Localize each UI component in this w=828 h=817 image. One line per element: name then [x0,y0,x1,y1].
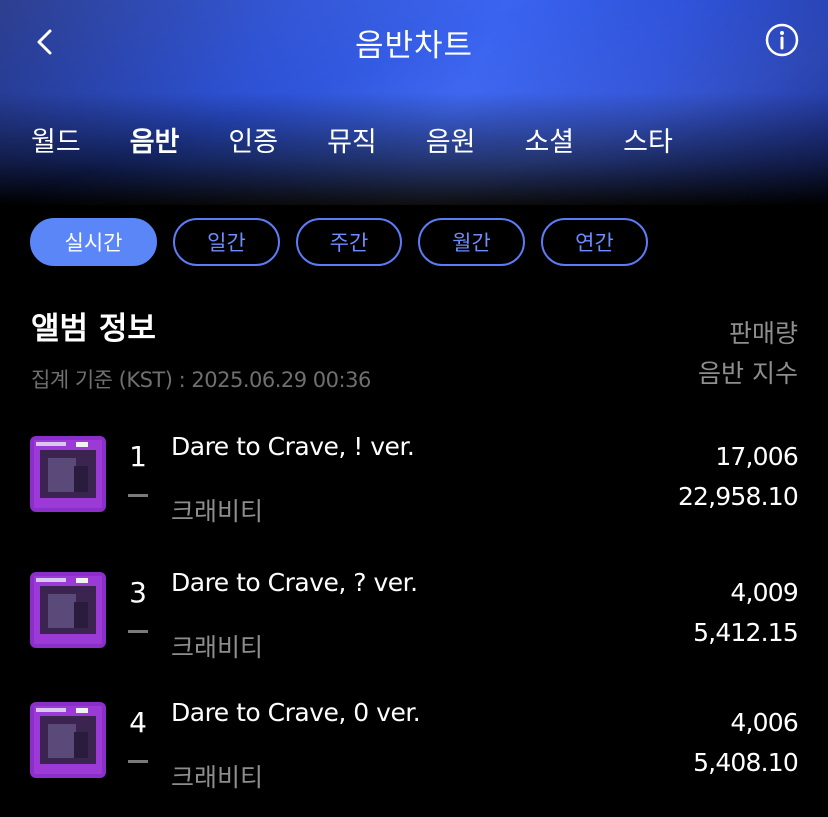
tab-certification[interactable]: 인증 [228,120,278,159]
album-title: Dare to Crave, 0 ver. [171,698,421,727]
period-tab-weekly[interactable]: 주간 [296,218,402,266]
artist-name: 크래비티 [171,763,264,792]
info-icon [765,23,799,57]
album-cover [30,702,106,778]
tab-star[interactable]: 스타 [623,120,673,159]
tab-music[interactable]: 뮤직 [327,120,377,159]
rank-number: 1 [129,440,147,473]
period-tab-realtime[interactable]: 실시간 [30,218,157,266]
album-index: 5,408.10 [693,748,799,777]
rank-number: 4 [129,706,147,739]
period-tab-monthly[interactable]: 월간 [418,218,525,266]
sales-count: 4,006 [730,708,798,737]
section-title: 앨범 정보 [31,311,156,347]
album-index: 5,412.15 [693,618,799,647]
page-title: 음반차트 [354,28,474,64]
tab-social[interactable]: 소셜 [524,120,574,159]
chart-screen: 음반차트 월드 음반 인증 뮤직 음원 소셜 스타 실시간 일간 주간 월간 연… [0,0,828,817]
sales-count: 17,006 [715,442,798,471]
rank-number: 3 [129,576,147,609]
chart-row[interactable]: 1 Dare to Crave, ! ver. 크래비티 17,006 22,9… [0,432,828,546]
category-tabs: 월드 음반 인증 뮤직 음원 소셜 스타 [31,120,722,159]
album-cover [30,572,106,648]
artist-name: 크래비티 [171,633,264,662]
album-title: Dare to Crave, ? ver. [171,568,418,597]
top-bar: 음반차트 [0,0,828,84]
rank-change-dash [128,760,148,763]
album-title: Dare to Crave, ! ver. [171,432,415,461]
rank-change-dash [128,494,148,497]
sales-count: 4,009 [730,578,798,607]
tab-digital[interactable]: 음원 [426,120,476,159]
period-tabs: 실시간 일간 주간 월간 연간 [30,218,664,266]
artist-name: 크래비티 [171,497,264,526]
info-button[interactable] [764,22,800,58]
chart-row[interactable]: 3 Dare to Crave, ? ver. 크래비티 4,009 5,412… [0,568,828,682]
chart-row[interactable]: 4 Dare to Crave, 0 ver. 크래비티 4,006 5,408… [0,698,828,812]
column-header-index: 음반 지수 [698,359,798,388]
period-tab-daily[interactable]: 일간 [173,218,280,266]
album-index: 22,958.10 [677,482,799,511]
basis-timestamp: 집계 기준 (KST) : 2025.06.29 00:36 [31,368,371,392]
column-header-sales: 판매량 [728,319,798,348]
album-cover [30,436,106,512]
period-tab-yearly[interactable]: 연간 [541,218,648,266]
tab-world[interactable]: 월드 [31,120,81,159]
tab-album[interactable]: 음반 [130,120,180,159]
rank-change-dash [128,630,148,633]
